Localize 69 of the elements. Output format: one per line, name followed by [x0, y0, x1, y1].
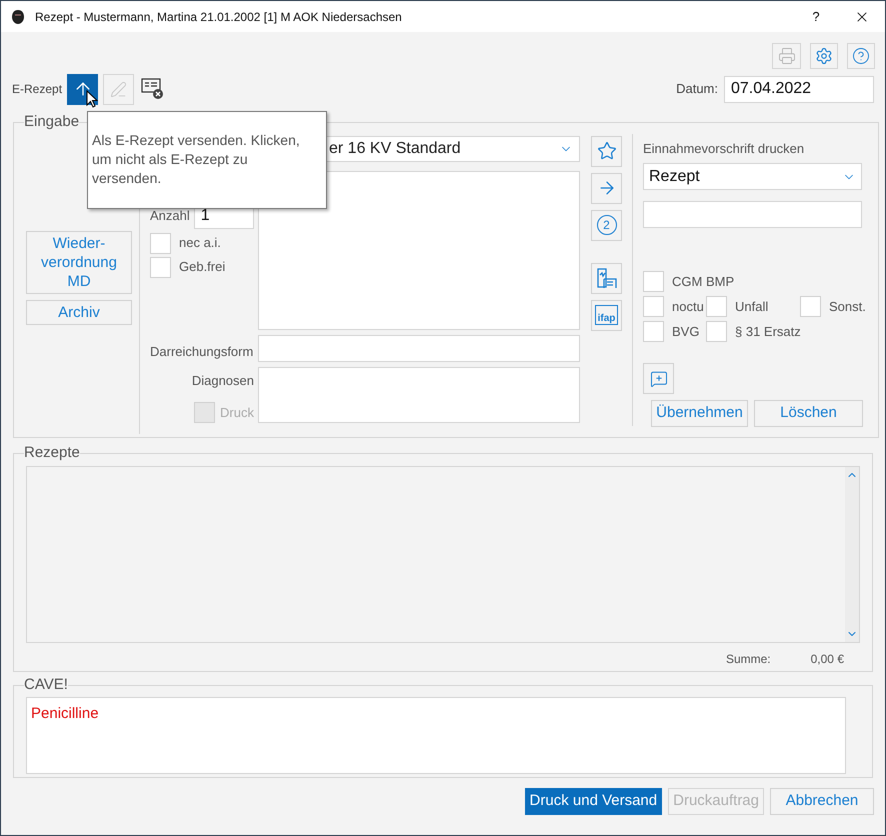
help-icon: [852, 47, 870, 65]
footer-button[interactable]: Druckauftrag: [668, 788, 764, 815]
group-title: CAVE!: [24, 675, 68, 695]
checkbox-label: nec a.i.: [179, 234, 221, 252]
checkbox[interactable]: [706, 321, 727, 342]
send-erezept-button[interactable]: [67, 74, 98, 104]
delete-button[interactable]: Löschen: [754, 400, 863, 427]
date-label: Datum:: [676, 80, 718, 98]
checkbox[interactable]: [150, 232, 171, 254]
checkbox-label: CGM BMP: [672, 272, 734, 291]
arrow-button[interactable]: [591, 172, 622, 204]
checkbox-label: BVG: [672, 322, 700, 341]
app-icon: [11, 8, 25, 24]
sum-value: 0,00 €: [810, 650, 844, 668]
checkbox[interactable]: [643, 271, 664, 292]
footer-button[interactable]: Abbrechen: [770, 788, 874, 815]
checkbox[interactable]: [643, 321, 664, 342]
footer-button[interactable]: Druck und Versand: [524, 788, 662, 815]
prescription-list[interactable]: [26, 466, 860, 642]
checkbox-label: Geb.frei: [179, 258, 226, 276]
medication-text-area[interactable]: [258, 170, 580, 330]
comment-add-icon: [650, 370, 668, 388]
checkbox[interactable]: [150, 256, 171, 278]
checkbox-label: noctu: [672, 298, 704, 316]
group-title: Rezepte: [24, 443, 80, 463]
document-icon: [596, 267, 618, 289]
side-button[interactable]: Archiv: [26, 300, 132, 324]
diagnosen-field[interactable]: [258, 366, 580, 422]
group-title: Eingabe: [24, 112, 80, 132]
side-button[interactable]: Wieder- verordnung MD: [26, 230, 132, 294]
cursor-icon: [86, 90, 98, 108]
einnahme-dropdown[interactable]: Rezept: [643, 163, 862, 190]
star-icon: [596, 141, 616, 161]
sum-label: Summe:: [726, 650, 771, 668]
anzahl-label: Anzahl: [150, 207, 190, 226]
add-comment-button[interactable]: [643, 363, 674, 394]
template-dropdown[interactable]: er 16 KV Standard: [326, 136, 580, 162]
help-button[interactable]: ?: [793, 1, 839, 32]
apply-button[interactable]: Übernehmen: [651, 400, 748, 427]
darreichungsform-label: Darreichungsform: [150, 342, 254, 361]
checkbox-label: Druck: [220, 404, 254, 422]
checkbox-label: Unfall: [735, 298, 768, 316]
window-title: Rezept - Mustermann, Martina 21.01.2002 [1] M AOK Niedersachsen: [35, 8, 402, 26]
cave-text: Penicilline: [31, 704, 99, 722]
erezept-label: E-Rezept: [12, 81, 62, 98]
logo-button[interactable]: ifap: [591, 300, 622, 330]
checkbox-label: Sonst.: [829, 298, 866, 316]
checkbox[interactable]: [643, 296, 664, 317]
tooltip: Als E-Rezept versenden. Klicken, um nicht als E-Rezept zu versenden.: [87, 111, 327, 209]
darreichungsform-field[interactable]: [258, 334, 580, 362]
star-button[interactable]: [591, 136, 622, 166]
checkbox-label: § 31 Ersatz: [735, 322, 801, 341]
cave-text-area[interactable]: Penicilline: [26, 696, 846, 774]
help-button[interactable]: [847, 43, 875, 69]
signature-icon: [110, 80, 128, 98]
checkbox[interactable]: [800, 296, 821, 317]
card-remove-icon[interactable]: [141, 77, 166, 101]
settings-icon: [815, 47, 833, 65]
checkbox[interactable]: [706, 296, 727, 317]
einnahme-label: Einnahmevorschrift drucken: [643, 140, 806, 158]
diagnosen-label: Diagnosen: [190, 372, 255, 390]
number-button[interactable]: 2: [591, 210, 622, 240]
text-field[interactable]: [643, 201, 862, 228]
settings-button[interactable]: [810, 43, 838, 69]
date-field[interactable]: 07.04.2022: [724, 76, 874, 102]
print-button[interactable]: [772, 43, 801, 69]
printer-icon: [778, 47, 796, 65]
chart-button[interactable]: [591, 262, 622, 294]
scrollbar[interactable]: [845, 466, 859, 642]
